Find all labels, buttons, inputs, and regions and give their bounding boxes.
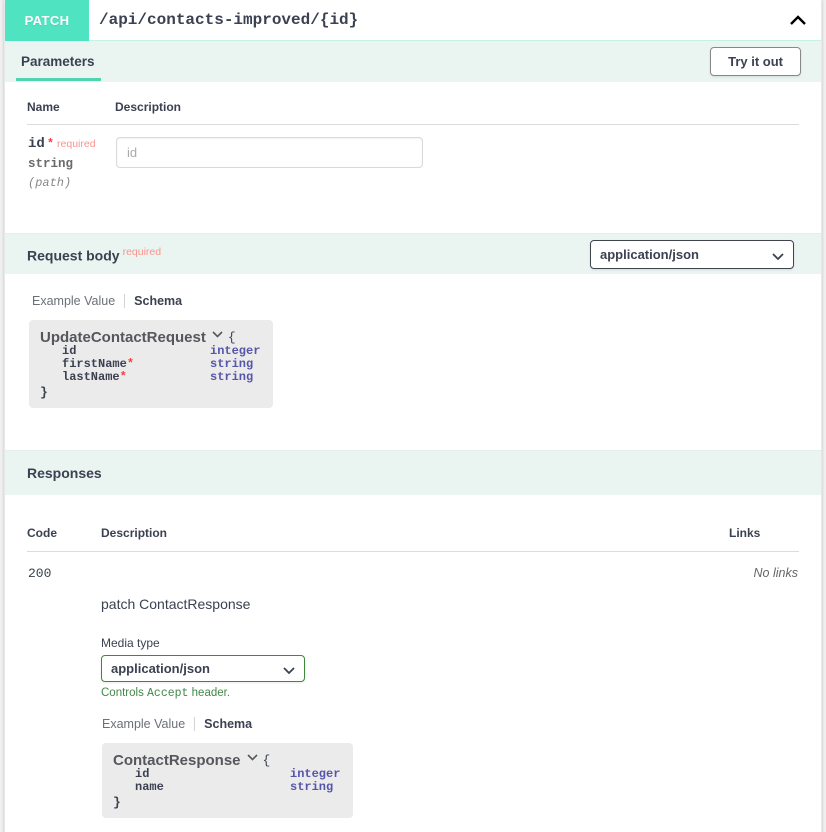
tab-schema[interactable]: Schema xyxy=(134,294,182,308)
response-code: 200 xyxy=(27,552,101,583)
required-asterisk: * xyxy=(45,137,54,151)
column-header-code: Code xyxy=(27,526,101,552)
model-open-brace: { xyxy=(263,753,271,768)
request-body-title-text: Request body xyxy=(27,247,120,263)
parameter-name-cell: id*required string (path) xyxy=(27,125,115,192)
property-name: firstName xyxy=(62,357,127,371)
model-name: UpdateContactRequest xyxy=(40,331,206,344)
property-type: integer xyxy=(290,767,340,781)
property-name: name xyxy=(135,780,164,794)
property-name: id xyxy=(62,344,76,358)
property-type: string xyxy=(290,780,333,794)
request-body-schema-model: UpdateContactRequest { id integer firstName… xyxy=(29,320,273,408)
chevron-down-icon xyxy=(772,250,784,265)
property-required: * xyxy=(120,370,127,384)
parameters-table-wrap: Name Description id*required string (pat… xyxy=(5,82,821,233)
card-bottom-space xyxy=(5,818,821,832)
property-name: id xyxy=(135,767,149,781)
parameters-table: Name Description id*required string (pat… xyxy=(27,100,799,191)
tab-active-underline xyxy=(16,78,101,81)
model-title-row: ContactResponse { xyxy=(113,753,340,768)
http-method-badge: PATCH xyxy=(5,0,89,41)
response-media-type-select[interactable]: application/json xyxy=(101,655,305,682)
accept-hint-code: Accept xyxy=(147,687,188,700)
tab-parameters[interactable]: Parameters xyxy=(21,43,95,81)
operation-summary-header[interactable]: PATCH /api/contacts-improved/{id} xyxy=(5,0,821,41)
request-body-media-type-value: application/json xyxy=(600,247,699,262)
parameter-type: string xyxy=(28,157,114,171)
tab-divider xyxy=(194,717,195,731)
property-required: * xyxy=(127,357,134,371)
accept-hint-prefix: Controls xyxy=(101,687,147,699)
table-row: id*required string (path) xyxy=(27,125,799,192)
column-header-name: Name xyxy=(27,100,115,125)
column-header-links: Links xyxy=(729,526,799,552)
model-close-brace: } xyxy=(113,794,340,809)
request-body-media-type-select[interactable]: application/json xyxy=(590,240,794,269)
response-example-tabs: Example Value Schema xyxy=(27,700,799,731)
operation-block-patch: PATCH /api/contacts-improved/{id} Parame… xyxy=(4,0,822,832)
property-type: string xyxy=(210,370,253,384)
parameter-name: id*required xyxy=(28,137,114,152)
table-row: 200 No links xyxy=(27,552,799,583)
media-type-label: Media type xyxy=(27,612,799,655)
chevron-down-icon[interactable] xyxy=(212,330,223,343)
parameters-spacer xyxy=(27,191,799,233)
responses-table: Code Description Links 200 No links xyxy=(27,526,799,582)
request-body-header: Request bodyrequired application/json xyxy=(5,233,821,274)
model-title-row: UpdateContactRequest { xyxy=(40,330,260,345)
try-it-out-button[interactable]: Try it out xyxy=(710,47,801,76)
property-name: lastName xyxy=(62,370,120,384)
operation-path: /api/contacts-improved/{id} xyxy=(99,11,358,29)
tab-example-value[interactable]: Example Value xyxy=(102,717,185,731)
chevron-down-icon xyxy=(283,664,295,679)
model-open-brace: { xyxy=(228,330,236,345)
accept-header-hint: Controls Accept header. xyxy=(27,682,799,700)
request-body-title: Request bodyrequired xyxy=(27,246,161,264)
parameter-location: (path) xyxy=(28,176,114,190)
column-header-description: Description xyxy=(115,100,799,125)
model-property-row: name string xyxy=(113,781,340,794)
chevron-up-icon[interactable] xyxy=(788,12,808,30)
parameter-name-text: id xyxy=(28,136,45,152)
response-media-type-value: application/json xyxy=(111,661,210,676)
response-links: No links xyxy=(729,552,799,583)
parameters-section-header: Parameters Try it out xyxy=(5,41,821,82)
tab-parameters-label: Parameters xyxy=(21,54,95,69)
responses-title: Responses xyxy=(27,465,102,481)
response-schema-model: ContactResponse { id integer name string} xyxy=(102,743,353,818)
tab-divider xyxy=(124,294,125,308)
request-body-bottom-space xyxy=(5,408,821,450)
responses-header-row: Code Description Links xyxy=(27,526,799,552)
model-property-row: lastName* string xyxy=(40,371,260,384)
property-type: string xyxy=(210,357,253,371)
accept-hint-suffix: header. xyxy=(188,687,230,699)
request-body-example-tabs: Example Value Schema xyxy=(5,274,821,308)
model-close-brace: } xyxy=(40,384,260,399)
swagger-ui-page: PATCH /api/contacts-improved/{id} Parame… xyxy=(0,0,826,832)
id-parameter-input[interactable] xyxy=(116,137,423,168)
tab-example-value[interactable]: Example Value xyxy=(32,294,115,308)
tab-schema[interactable]: Schema xyxy=(204,717,252,731)
response-description-cell xyxy=(101,552,729,583)
request-body-required-label: required xyxy=(120,246,162,258)
responses-table-wrap: Code Description Links 200 No links patc… xyxy=(5,495,821,818)
parameters-header-row: Name Description xyxy=(27,100,799,125)
required-label: required xyxy=(54,138,96,150)
column-header-description: Description xyxy=(101,526,729,552)
response-description: patch ContactResponse xyxy=(27,582,799,612)
chevron-down-icon[interactable] xyxy=(247,753,258,766)
property-type: integer xyxy=(210,344,260,358)
model-name: ContactResponse xyxy=(113,754,241,767)
parameter-input-cell xyxy=(115,125,799,192)
responses-section-header: Responses xyxy=(5,450,821,495)
